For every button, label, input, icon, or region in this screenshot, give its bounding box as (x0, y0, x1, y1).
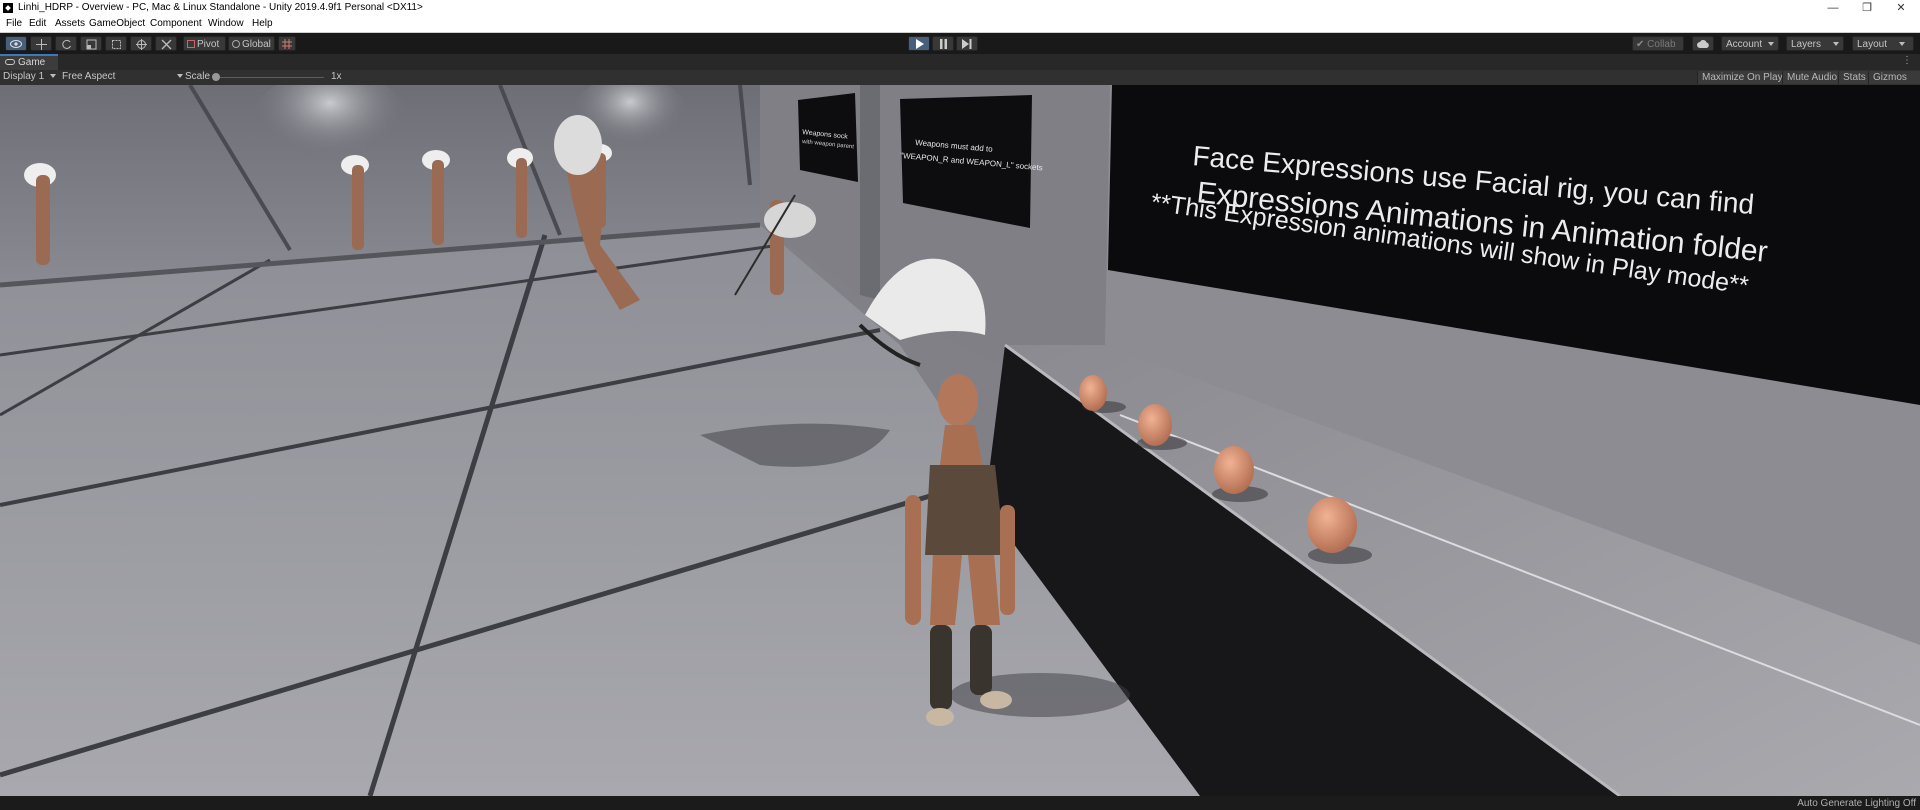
window-title: Linhi_HDRP - Overview - PC, Mac & Linux … (18, 2, 423, 13)
menu-edit[interactable]: Edit (29, 18, 46, 29)
collab-label: Collab (1647, 39, 1676, 50)
cloud-button[interactable] (1692, 36, 1714, 51)
move-arrows-icon (35, 39, 47, 50)
layers-label: Layers (1791, 39, 1822, 50)
expression-head-4 (1307, 497, 1357, 553)
layout-dropdown[interactable]: Layout (1852, 36, 1914, 51)
lighting-status: Auto Generate Lighting Off (1797, 798, 1916, 809)
scale-tool-button[interactable] (80, 36, 102, 51)
aspect-label: Free Aspect (62, 71, 116, 82)
gizmos-label: Gizmos (1873, 72, 1907, 83)
rect-transform-icon (111, 40, 121, 49)
pause-icon (939, 39, 947, 49)
pivot-toggle[interactable]: Pivot (183, 36, 226, 51)
expression-head-1 (1079, 375, 1107, 411)
rect-tool-button[interactable] (105, 36, 127, 51)
menu-bar: File Edit Assets GameObject Component Wi… (0, 16, 1920, 33)
menu-window[interactable]: Window (208, 18, 244, 29)
layout-label: Layout (1857, 39, 1888, 50)
account-dropdown[interactable]: Account (1721, 36, 1779, 51)
layers-dropdown[interactable]: Layers (1786, 36, 1844, 51)
tab-game[interactable]: Game (0, 54, 58, 70)
scale-label: Scale (185, 71, 211, 82)
game-viewport[interactable]: Weapons sock with weapon parent Weapons … (0, 85, 1920, 796)
display-dropdown[interactable]: Display 1 (3, 71, 57, 82)
gizmos-dropdown[interactable]: Gizmos (1868, 71, 1920, 93)
grid-snap-icon (282, 39, 292, 49)
unity-logo-icon (3, 3, 13, 13)
move-tool-button[interactable] (30, 36, 52, 51)
custom-tool-button[interactable] (155, 36, 177, 51)
menu-file[interactable]: File (6, 18, 22, 29)
tab-game-label: Game (18, 57, 46, 68)
pivot-label: Pivot (197, 39, 220, 50)
maximize-button[interactable]: ❐ (1852, 0, 1882, 16)
scale-slider-handle[interactable] (212, 73, 220, 81)
hand-tool-button[interactable] (5, 36, 27, 51)
menu-assets[interactable]: Assets (55, 18, 85, 29)
transform-icon (135, 39, 147, 50)
rotate-tool-button[interactable] (55, 36, 77, 51)
global-toggle[interactable]: Global (228, 36, 275, 51)
cloud-icon (1697, 40, 1709, 48)
scene-render: Weapons sock with weapon parent Weapons … (0, 85, 1920, 796)
aspect-dropdown[interactable]: Free Aspect (62, 71, 184, 82)
window-title-bar: Linhi_HDRP - Overview - PC, Mac & Linux … (0, 0, 1920, 16)
account-label: Account (1726, 39, 1763, 50)
mute-audio-toggle[interactable]: Mute Audio (1782, 71, 1842, 84)
menu-gameobject[interactable]: GameObject (89, 18, 145, 29)
check-icon: ✔ (1636, 39, 1645, 50)
close-button[interactable]: ✕ (1886, 0, 1916, 16)
tools-icon (161, 39, 171, 50)
snap-button[interactable] (278, 36, 296, 51)
global-label: Global (242, 39, 271, 50)
eye-icon (10, 40, 22, 48)
collab-dropdown[interactable]: ✔ Collab (1632, 36, 1684, 62)
status-bar: Auto Generate Lighting Off (0, 796, 1920, 810)
play-button[interactable] (908, 36, 930, 51)
tab-menu-icon[interactable]: ⋮ (1902, 55, 1912, 66)
expression-head-3 (1214, 446, 1254, 494)
menu-help[interactable]: Help (252, 18, 273, 29)
pause-button[interactable] (932, 36, 954, 51)
play-icon (915, 39, 924, 49)
display-label: Display 1 (3, 71, 45, 82)
scale-icon (86, 39, 96, 50)
scale-slider-track[interactable] (214, 77, 324, 78)
transform-tool-button[interactable] (130, 36, 152, 51)
main-toolbar: Pivot Global ✔ Collab Account Layers Lay… (0, 33, 1920, 62)
maximize-on-play-toggle[interactable]: Maximize On Play (1697, 71, 1787, 84)
stats-toggle[interactable]: Stats (1838, 71, 1870, 84)
tab-bar: Game ⋮ (0, 54, 1920, 70)
pivot-icon (187, 40, 195, 48)
game-view-controls: Display 1 Free Aspect Scale 1x Maximize … (0, 70, 1920, 93)
rotate-icon (61, 39, 71, 49)
step-icon (962, 39, 972, 49)
step-button[interactable] (956, 36, 978, 51)
scale-value: 1x (331, 71, 342, 82)
menu-component[interactable]: Component (150, 18, 202, 29)
minimize-button[interactable]: — (1818, 0, 1848, 16)
gamepad-icon (5, 59, 15, 65)
expression-head-2 (1138, 404, 1172, 446)
globe-icon (232, 40, 240, 48)
